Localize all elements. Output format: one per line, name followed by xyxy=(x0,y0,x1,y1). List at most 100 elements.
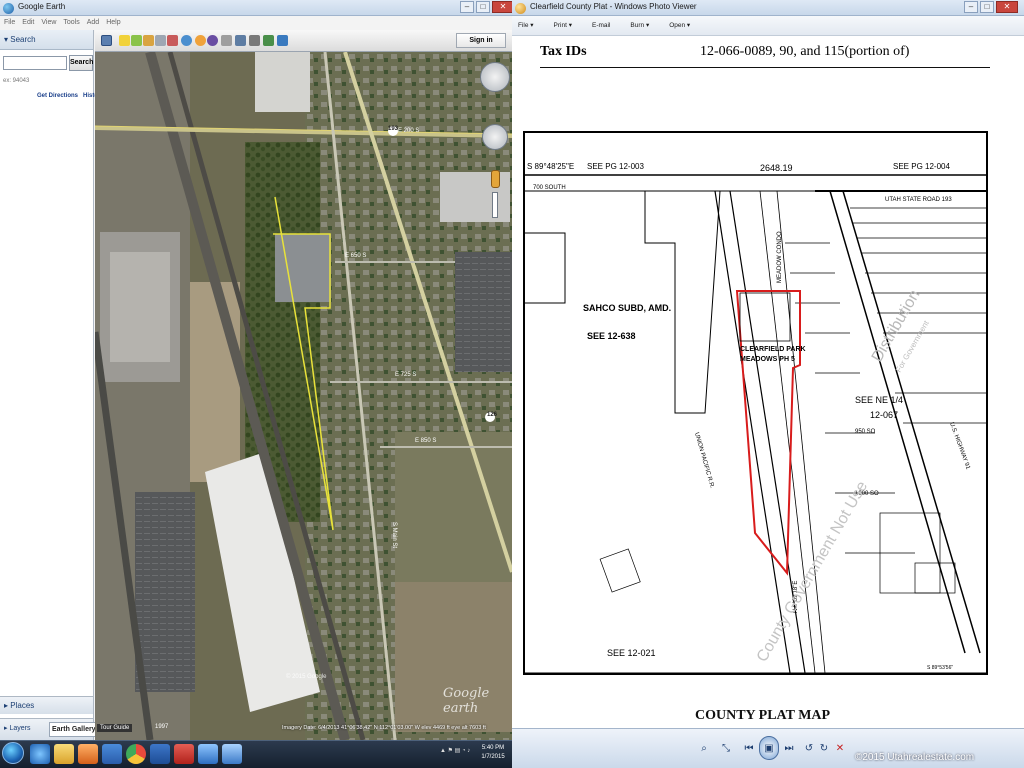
record-tour-icon[interactable] xyxy=(167,35,178,46)
windows-taskbar xyxy=(0,740,512,768)
image-overlay-icon[interactable] xyxy=(155,35,166,46)
get-directions-link[interactable]: Get Directions xyxy=(37,93,78,99)
earth-map-view[interactable]: 193 126 E 200 S E 650 S E 725 S E 850 S … xyxy=(95,52,512,740)
photo-viewer-titlebar: Clearfield County Plat - Windows Photo V… xyxy=(512,0,1024,16)
desktop: Google Earth – □ ✕ File Edit View Tools … xyxy=(0,0,1024,768)
photo-viewer-menubar: File ▾ Print ▾ E-mail Burn ▾ Open ▾ xyxy=(512,16,1024,36)
layers-label-text: Layers xyxy=(9,725,31,732)
ruler-icon[interactable] xyxy=(221,35,232,46)
sign-in-button[interactable]: Sign in xyxy=(456,33,506,48)
tax-ids-label: Tax IDs xyxy=(540,44,587,59)
path-icon[interactable] xyxy=(143,35,154,46)
google-earth-menubar: File Edit View Tools Add Help xyxy=(0,16,121,30)
search-panel-header[interactable]: ▾ Search xyxy=(0,30,93,50)
internet-explorer-icon[interactable] xyxy=(30,744,50,764)
tax-ids-value: 12-066-0089, 90, and 115(portion of) xyxy=(700,44,910,59)
menu-add[interactable]: Add xyxy=(87,16,99,30)
road-label-200-s: E 200 S xyxy=(398,128,420,134)
next-icon[interactable]: ⏭ xyxy=(781,738,797,758)
maximize-button[interactable]: □ xyxy=(476,1,490,13)
start-button[interactable] xyxy=(2,742,24,764)
google-earth-window-controls: – □ ✕ xyxy=(460,1,514,13)
zoom-icon[interactable]: ⌕ xyxy=(695,738,713,758)
sidebar-toggle-icon[interactable] xyxy=(101,35,112,46)
photo-viewer-taskbar-icon[interactable] xyxy=(222,744,242,764)
save-image-icon[interactable] xyxy=(263,35,274,46)
plat-950-so: 950 SO xyxy=(855,429,876,435)
menu-file[interactable]: File xyxy=(4,16,15,30)
google-earth-title: Google Earth xyxy=(18,2,66,11)
previous-icon[interactable]: ⏮ xyxy=(741,738,757,758)
zoom-slider[interactable] xyxy=(492,192,498,218)
plat-see-pg-004: SEE PG 12-004 xyxy=(893,162,950,171)
rotate-right-icon[interactable]: ↻ xyxy=(816,738,832,758)
layers-panel-header[interactable]: ▸ Layers Earth Gallery » xyxy=(0,718,105,740)
site-watermark: ©2015 Utahrealestate.com xyxy=(855,752,975,763)
print-icon[interactable] xyxy=(249,35,260,46)
google-earth-titlebar: Google Earth – □ ✕ xyxy=(0,0,514,16)
look-joystick[interactable] xyxy=(480,62,510,92)
tour-guide-button[interactable]: Tour Guide xyxy=(97,724,133,732)
polygon-icon[interactable] xyxy=(131,35,142,46)
places-panel-header[interactable]: ▸ Places xyxy=(0,696,93,714)
view-in-maps-icon[interactable] xyxy=(277,35,288,46)
photo-viewer-title: Clearfield County Plat - Windows Photo V… xyxy=(530,2,697,11)
satellite-imagery xyxy=(95,52,512,740)
system-tray-icons[interactable]: ▲ ⚑ ▤ ◔ ♪ xyxy=(440,747,470,754)
plat-bearing-bottom: S 89°53'56" xyxy=(927,665,953,671)
pv-close-button[interactable]: ✕ xyxy=(996,1,1018,13)
app-icon[interactable] xyxy=(102,744,122,764)
sunlight-icon[interactable] xyxy=(195,35,206,46)
plat-see-067: 12-067 xyxy=(870,410,898,420)
pv-menu-burn[interactable]: Burn ▾ xyxy=(630,16,649,35)
word-icon[interactable] xyxy=(150,744,170,764)
plat-state-road: UTAH STATE ROAD 193 xyxy=(885,197,952,203)
search-input[interactable] xyxy=(3,56,67,70)
acrobat-icon[interactable] xyxy=(174,744,194,764)
media-player-icon[interactable] xyxy=(78,744,98,764)
email-icon[interactable] xyxy=(235,35,246,46)
pv-menu-file[interactable]: File ▾ xyxy=(518,16,534,35)
menu-view[interactable]: View xyxy=(41,16,56,30)
plat-caption: COUNTY PLAT MAP xyxy=(695,708,831,723)
plat-clearfield-label: CLEARFIELD PARK xyxy=(740,346,806,353)
chrome-icon[interactable] xyxy=(126,744,146,764)
rotate-left-icon[interactable]: ↺ xyxy=(801,738,817,758)
plat-meadows-label: MEADOWS PH 5 xyxy=(740,356,795,363)
placemark-icon[interactable] xyxy=(119,35,130,46)
taskbar-clock[interactable]: 5:40 PM 1/7/2015 xyxy=(478,744,508,762)
actual-size-icon[interactable]: ⤡ xyxy=(717,738,735,758)
plat-bearing-top: S 89°48'25"E xyxy=(527,162,574,171)
delete-icon[interactable]: ✕ xyxy=(832,738,848,758)
pv-menu-print[interactable]: Print ▾ xyxy=(554,16,572,35)
street-view-pegman-icon[interactable] xyxy=(491,170,500,188)
county-plat-map: S 89°48'25"E SEE PG 12-003 2648.19 SEE P… xyxy=(523,131,988,675)
imagery-copyright: © 2015 Google xyxy=(286,674,327,680)
pv-menu-open[interactable]: Open ▾ xyxy=(669,16,690,35)
route-126-label: 126 xyxy=(487,412,498,418)
search-example-hint: ex: 94043 xyxy=(3,78,30,84)
road-label-main: S Main St xyxy=(391,521,398,549)
plat-see-638: SEE 12-638 xyxy=(587,331,636,341)
pv-minimize-button[interactable]: – xyxy=(964,1,978,13)
plat-see-021: SEE 12-021 xyxy=(607,648,656,658)
pv-menu-email[interactable]: E-mail xyxy=(592,16,610,35)
photo-viewer-app-icon xyxy=(515,3,526,14)
minimize-button[interactable]: – xyxy=(460,1,474,13)
planets-icon[interactable] xyxy=(207,35,218,46)
pv-maximize-button[interactable]: □ xyxy=(980,1,994,13)
plat-drawing: S 89°48'25"E SEE PG 12-003 2648.19 SEE P… xyxy=(525,133,986,673)
historical-imagery-icon[interactable] xyxy=(181,35,192,46)
search-links: Get Directions History xyxy=(37,93,104,99)
google-earth-taskbar-icon[interactable] xyxy=(198,744,218,764)
menu-edit[interactable]: Edit xyxy=(22,16,34,30)
menu-tools[interactable]: Tools xyxy=(63,16,79,30)
menu-help[interactable]: Help xyxy=(106,16,120,30)
places-label: Places xyxy=(10,701,35,710)
file-explorer-icon[interactable] xyxy=(54,744,74,764)
move-joystick[interactable] xyxy=(482,124,508,150)
plat-meadow-condo: MEADOW CONDO xyxy=(777,231,783,283)
close-button[interactable]: ✕ xyxy=(492,1,514,13)
slideshow-icon[interactable]: ▣ xyxy=(759,736,779,760)
search-button[interactable]: Search xyxy=(69,55,93,71)
